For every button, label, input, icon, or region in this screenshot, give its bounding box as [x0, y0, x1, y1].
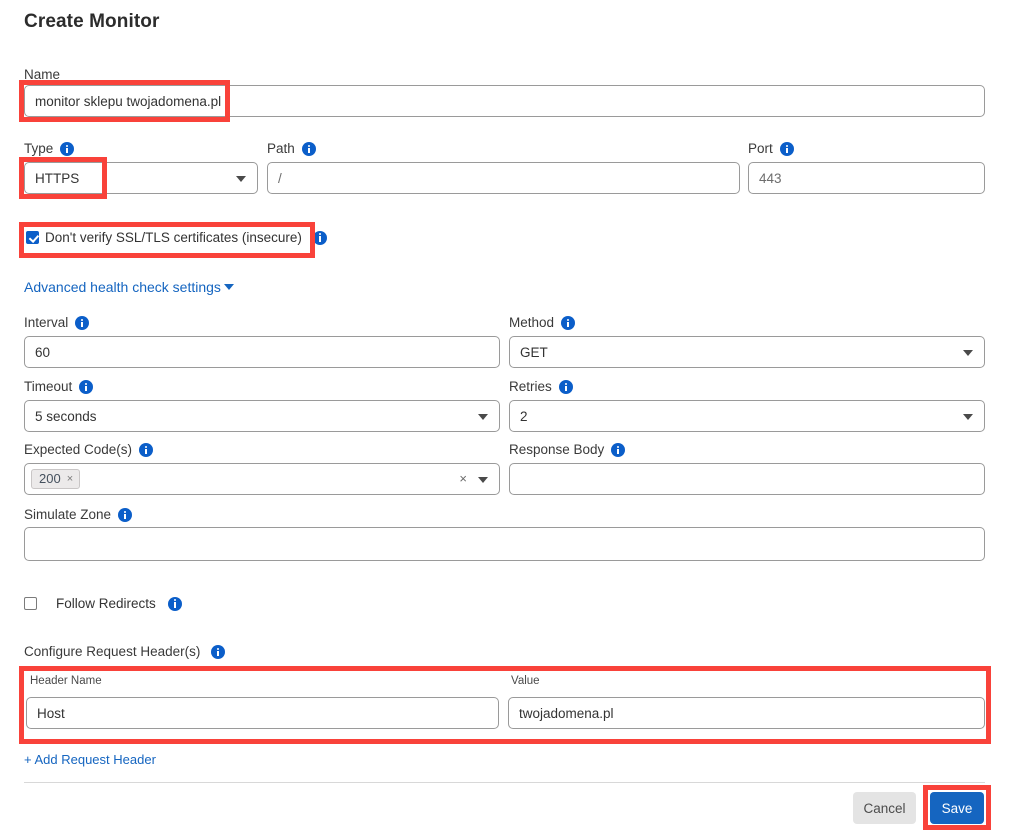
- interval-input[interactable]: 60: [24, 336, 500, 368]
- type-select[interactable]: HTTPS: [24, 162, 258, 194]
- interval-label: Interval: [24, 315, 90, 331]
- response-body-input[interactable]: [509, 463, 985, 495]
- info-icon: [558, 380, 573, 394]
- info-icon: [118, 508, 133, 522]
- advanced-settings-label: Advanced health check settings: [24, 279, 221, 295]
- chevron-down-icon: [236, 176, 246, 182]
- port-input-value: 443: [759, 170, 782, 186]
- advanced-settings-toggle[interactable]: Advanced health check settings: [24, 279, 234, 297]
- simulate-zone-label: Simulate Zone: [24, 507, 133, 523]
- type-label-text: Type: [24, 141, 54, 156]
- retries-select[interactable]: 2: [509, 400, 985, 432]
- expected-codes-label: Expected Code(s): [24, 442, 154, 458]
- save-button[interactable]: Save: [930, 792, 984, 824]
- header-name-sublabel: Header Name: [30, 675, 102, 687]
- header-name-input[interactable]: Host: [26, 697, 499, 729]
- chevron-down-icon: [963, 350, 973, 356]
- method-label: Method: [509, 315, 576, 331]
- header-value-sublabel: Value: [511, 675, 540, 687]
- path-input[interactable]: /: [267, 162, 740, 194]
- response-body-label: Response Body: [509, 442, 626, 458]
- path-label-text: Path: [267, 141, 295, 156]
- header-name-input-value: Host: [37, 705, 65, 721]
- chevron-down-icon: [478, 477, 488, 483]
- follow-redirects-label: Follow Redirects: [56, 596, 156, 611]
- response-body-label-text: Response Body: [509, 442, 605, 457]
- type-select-value: HTTPS: [35, 170, 80, 186]
- simulate-zone-label-text: Simulate Zone: [24, 507, 112, 522]
- method-select[interactable]: GET: [509, 336, 985, 368]
- interval-label-text: Interval: [24, 315, 69, 330]
- add-request-header-link[interactable]: + Add Request Header: [24, 751, 156, 769]
- type-label: Type: [24, 141, 75, 157]
- name-input-value: monitor sklepu twojadomena.pl: [35, 93, 222, 109]
- port-label-text: Port: [748, 141, 773, 156]
- ssl-verify-checkbox[interactable]: [26, 231, 39, 244]
- expected-code-chip-text: 200: [39, 471, 61, 486]
- footer-divider: [24, 782, 985, 783]
- chevron-down-icon: [963, 414, 973, 420]
- expected-codes-label-text: Expected Code(s): [24, 442, 133, 457]
- ssl-verify-label: Don't verify SSL/TLS certificates (insec…: [45, 230, 302, 245]
- configure-headers-label-text: Configure Request Header(s): [24, 644, 201, 659]
- configure-headers-label: Configure Request Header(s): [24, 644, 226, 660]
- clear-all-icon[interactable]: ×: [459, 472, 467, 486]
- timeout-label: Timeout: [24, 379, 94, 395]
- info-icon: [211, 645, 226, 659]
- retries-select-value: 2: [520, 408, 528, 424]
- info-icon: [779, 142, 794, 156]
- info-icon: [139, 443, 154, 457]
- info-icon: [561, 316, 576, 330]
- name-label: Name: [24, 67, 60, 83]
- create-monitor-form: Create Monitor Name monitor sklepu twoja…: [0, 0, 1021, 830]
- header-value-input[interactable]: twojadomena.pl: [508, 697, 985, 729]
- info-icon: [75, 316, 90, 330]
- info-icon: [301, 142, 316, 156]
- method-label-text: Method: [509, 315, 555, 330]
- timeout-label-text: Timeout: [24, 379, 73, 394]
- cancel-button-label: Cancel: [863, 800, 906, 816]
- expected-codes-multiselect[interactable]: 200 × ×: [24, 463, 500, 495]
- follow-redirects-row[interactable]: Follow Redirects: [24, 596, 182, 611]
- info-icon: [79, 380, 94, 394]
- chevron-down-icon: [223, 284, 234, 290]
- expected-code-chip[interactable]: 200 ×: [31, 469, 81, 489]
- interval-input-value: 60: [35, 344, 51, 360]
- save-button-label: Save: [941, 800, 973, 816]
- info-icon: [611, 443, 626, 457]
- port-label: Port: [748, 141, 794, 157]
- name-label-text: Name: [24, 67, 61, 82]
- path-label: Path: [267, 141, 316, 157]
- retries-label-text: Retries: [509, 379, 552, 394]
- close-icon[interactable]: ×: [67, 473, 73, 485]
- add-request-header-label: + Add Request Header: [24, 752, 156, 767]
- header-value-input-value: twojadomena.pl: [519, 705, 614, 721]
- timeout-select[interactable]: 5 seconds: [24, 400, 500, 432]
- info-icon: [312, 230, 327, 245]
- chevron-down-icon: [478, 414, 488, 420]
- timeout-select-value: 5 seconds: [35, 408, 97, 424]
- follow-redirects-checkbox[interactable]: [24, 597, 37, 610]
- page-title: Create Monitor: [24, 11, 160, 32]
- path-input-value: /: [278, 170, 282, 186]
- simulate-zone-input[interactable]: [24, 527, 985, 561]
- info-icon: [167, 596, 182, 611]
- port-input[interactable]: 443: [748, 162, 985, 194]
- method-select-value: GET: [520, 344, 548, 360]
- name-input[interactable]: monitor sklepu twojadomena.pl: [24, 85, 985, 117]
- retries-label: Retries: [509, 379, 573, 395]
- ssl-verify-checkbox-row[interactable]: Don't verify SSL/TLS certificates (insec…: [26, 230, 327, 245]
- info-icon: [60, 142, 75, 156]
- cancel-button[interactable]: Cancel: [853, 792, 916, 824]
